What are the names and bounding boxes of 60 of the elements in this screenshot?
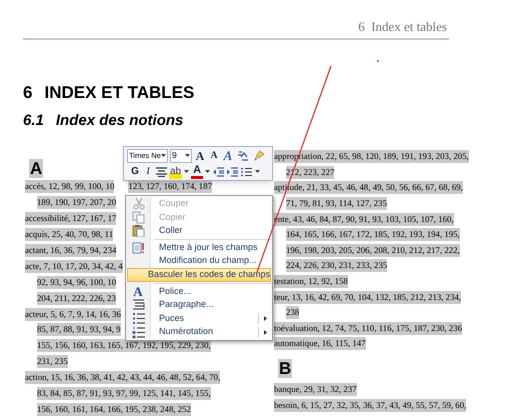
bullet-list-icon — [132, 312, 144, 326]
index-entry-continuation: 224, 226, 230, 231, 233, 235 — [286, 259, 388, 272]
menu-item[interactable]: A Police... — [126, 284, 272, 298]
index-entry-continuation: 83, 84, 85, 87, 91, 93, 97, 99, 125, 141, 145, 155, — [37, 387, 211, 400]
index-entry-continuation: 85, 87, 88, 91, 93, 94, 9 — [37, 323, 121, 336]
document-exclamation-icon — [132, 241, 144, 254]
index-entry-continuation: 123, 127, 160, 174, 187 — [128, 180, 212, 194]
index-entry-continuation: 155, 156, 160, 163, 165, 167, 192, 195, 229, 230, — [37, 339, 211, 352]
clipboard-icon — [132, 224, 144, 238]
index-entry-continuation: 156, 160, 161, 164, 166, 195, 238, 248, 252 — [37, 402, 191, 416]
index-entry-continuation: 196, 198, 203, 205, 206, 208, 210, 212, 217, 222, — [286, 244, 460, 257]
index-entry-continuation: 238 — [286, 306, 300, 320]
chapter-title: INDEX ET TABLES — [44, 82, 194, 104]
index-entry: action, 15, 16, 36, 38, 41, 42, 43, 44, 46, 48, 52, 64, 70, — [25, 371, 220, 384]
caret-icon[interactable] — [161, 154, 166, 157]
index-letter: B — [278, 359, 292, 378]
index-entry: testation, 12, 92, 158 — [274, 275, 348, 288]
menu-item[interactable]: Basculer les codes de champs — [127, 268, 271, 282]
font-color-button[interactable]: A — [191, 164, 204, 179]
index-entry: besoin, 6, 15, 27, 32, 35, 36, 37, 43, 49, 55, 57, 59, 60, — [274, 398, 466, 412]
index-entry: acquis, 25, 40, 70, 98, 11 — [25, 228, 114, 242]
copy-icon — [132, 210, 144, 224]
index-letter: A — [29, 159, 44, 178]
running-header: 6 Index et tables — [358, 18, 448, 36]
grow-font-button[interactable]: A — [194, 148, 206, 163]
index-entry: toévaluation, 12, 74, 75, 110, 116, 175, 187, 230, 236 — [274, 322, 462, 335]
index-entry: automatique, 16, 115, 147 — [274, 337, 366, 350]
paragraph-icon — [132, 298, 144, 312]
menu-item[interactable]: Modification du champ... — [126, 254, 272, 268]
font-size-field[interactable]: 9 — [170, 148, 192, 162]
section-title: Index des notions — [56, 111, 184, 131]
index-entry-continuation: 204, 211, 222, 226, 23 — [37, 292, 116, 305]
index-entry: accès, 12, 98, 99, 100, 10 — [25, 180, 114, 194]
index-entry: acte, 7, 10, 17, 20, 34, 42, 4 — [25, 260, 123, 273]
bold-button[interactable]: G — [129, 164, 141, 179]
section-number: 6.1 — [23, 111, 44, 131]
index-entry: acteur, 5, 6, 7, 9, 14, 16, 36 — [25, 308, 121, 321]
scissors-icon — [132, 197, 144, 210]
chapter-number: 6 — [23, 82, 32, 104]
menu-item[interactable]: Paragraphe... — [126, 298, 272, 312]
menu-item[interactable]: Coller — [126, 224, 272, 238]
index-entry-continuation: 92, 93, 94, 96, 100, 10 — [37, 276, 116, 289]
index-entry: accessibilité, 127, 167, 17 — [25, 212, 116, 226]
shrink-font-button[interactable]: A — [208, 148, 220, 163]
caret-icon[interactable] — [185, 154, 190, 157]
italic-button[interactable]: I — [142, 164, 154, 179]
index-entry-continuation: 164, 165, 166, 167, 172, 185, 192, 193, 194, 195, — [286, 228, 460, 242]
styles-button[interactable]: A — [222, 148, 234, 163]
index-entry-continuation: 189, 190, 197, 207, 20 — [37, 196, 116, 210]
menu-item[interactable]: Numérotation — [126, 325, 272, 339]
menu-item[interactable]: Mettre à jour les champs — [126, 240, 272, 254]
index-entry-continuation: 71, 79, 81, 93, 114, 127, 235 — [286, 197, 387, 210]
index-entry: teur, 13, 16, 42, 69, 70, 104, 132, 185, 212, 213, 234, — [274, 290, 462, 304]
font-icon: A — [133, 284, 143, 298]
menu-item[interactable]: Puces — [126, 312, 272, 326]
format-painter-icon[interactable] — [252, 148, 266, 163]
index-entry: actant, 16, 36, 79, 94, 234 — [25, 244, 116, 257]
index-entry: banque, 29, 31, 32, 237 — [274, 383, 357, 396]
index-entry-continuation: 231, 235 — [37, 355, 68, 368]
numbered-list-icon — [132, 326, 144, 339]
